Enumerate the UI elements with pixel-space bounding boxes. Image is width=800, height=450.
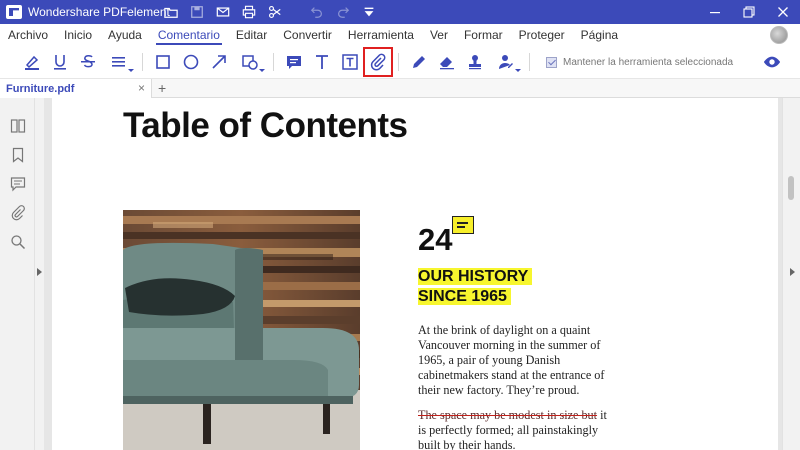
menu-convertir[interactable]: Convertir: [275, 24, 340, 46]
toolbar-separator: [398, 53, 399, 71]
left-sidebar: [0, 98, 35, 450]
history-heading-line2: SINCE 1965: [418, 288, 511, 306]
print-icon[interactable]: [236, 0, 262, 24]
bookmark-icon[interactable]: [0, 140, 35, 169]
title-bar: Wondershare PDFelement: [0, 0, 800, 24]
minimize-icon[interactable]: [698, 0, 732, 24]
app-title: Wondershare PDFelement: [28, 5, 170, 19]
history-heading-line1: OUR HISTORY: [418, 268, 533, 286]
menu-inicio[interactable]: Inicio: [56, 24, 100, 46]
toolbar-separator: [529, 53, 530, 71]
search-icon[interactable]: [0, 227, 35, 256]
collapse-left-panel-icon[interactable]: [37, 268, 42, 276]
folder-icon[interactable]: [158, 0, 184, 24]
textbox-icon[interactable]: [336, 48, 364, 76]
stamp-icon[interactable]: [461, 48, 489, 76]
redo-icon[interactable]: [330, 0, 356, 24]
toolbar-divider: [288, 0, 304, 24]
comments-icon[interactable]: [0, 169, 35, 198]
collapse-right-panel-icon[interactable]: [790, 268, 795, 276]
menu-ayuda[interactable]: Ayuda: [100, 24, 150, 46]
arrow-icon[interactable]: [205, 48, 233, 76]
sticky-note-icon[interactable]: [280, 48, 308, 76]
sofa-photo: [123, 210, 360, 450]
app-logo-icon: [6, 5, 22, 19]
menu-formar[interactable]: Formar: [456, 24, 511, 46]
ellipse-icon[interactable]: [177, 48, 205, 76]
attachment-icon[interactable]: [363, 47, 393, 77]
tab-close-icon[interactable]: ×: [138, 81, 145, 95]
keep-tool-checkbox[interactable]: Mantener la herramienta seleccionada: [546, 56, 734, 68]
toolbar-separator: [142, 53, 143, 71]
strikethrough-icon[interactable]: [74, 48, 102, 76]
document-tab-strip: Furniture.pdf × +: [0, 78, 800, 98]
shapes-icon[interactable]: [233, 48, 267, 76]
thumbnails-icon[interactable]: [0, 111, 35, 140]
scissors-icon[interactable]: [262, 0, 288, 24]
attachments-icon[interactable]: [0, 198, 35, 227]
page-number: 24: [418, 222, 453, 257]
save-icon[interactable]: [184, 0, 210, 24]
sticky-note-annotation-icon[interactable]: [452, 216, 474, 234]
mail-icon[interactable]: [210, 0, 236, 24]
highlight-icon[interactable]: [18, 48, 46, 76]
pencil-icon[interactable]: [405, 48, 433, 76]
strikethrough-text: The space may be modest in size but: [418, 408, 598, 422]
close-icon[interactable]: [766, 0, 800, 24]
highlighted-text: OUR HISTORY: [418, 268, 533, 285]
paragraph-2: The space may be modest in size but it i…: [418, 408, 618, 450]
menu-editar[interactable]: Editar: [228, 24, 275, 46]
toolbar-separator: [273, 53, 274, 71]
avatar[interactable]: [770, 26, 788, 44]
window-controls: [698, 0, 800, 24]
checkbox-checked-icon[interactable]: [546, 56, 557, 68]
highlighted-text: SINCE 1965: [418, 288, 511, 305]
add-tab-icon[interactable]: +: [158, 79, 166, 97]
tab-file-name: Furniture.pdf: [6, 82, 75, 95]
menu-ver[interactable]: Ver: [422, 24, 456, 46]
scrollbar-thumb[interactable]: [788, 176, 794, 200]
menu-bar: Archivo Inicio Ayuda Comentario Editar C…: [0, 24, 800, 46]
keep-tool-label: Mantener la herramienta seleccionada: [563, 56, 734, 68]
menu-pagina[interactable]: Página: [573, 24, 626, 46]
quick-access-toolbar: [158, 0, 382, 24]
page-heading: Table of Contents: [123, 106, 408, 145]
menu-proteger[interactable]: Proteger: [511, 24, 573, 46]
signature-icon[interactable]: [489, 48, 523, 76]
eraser-icon[interactable]: [433, 48, 461, 76]
underline-icon[interactable]: [46, 48, 74, 76]
tab-furniture-pdf[interactable]: Furniture.pdf ×: [0, 79, 152, 98]
pdf-page[interactable]: Table of Contents 24 OUR HISTORY SINCE 1…: [52, 98, 778, 450]
comment-toolbar: Mantener la herramienta seleccionada: [0, 46, 800, 78]
paragraph-1: At the brink of daylight on a quaint Van…: [418, 323, 605, 397]
document-viewport[interactable]: Table of Contents 24 OUR HISTORY SINCE 1…: [44, 98, 782, 450]
menu-comentario[interactable]: Comentario: [150, 24, 228, 46]
rectangle-icon[interactable]: [149, 48, 177, 76]
text-icon[interactable]: [308, 48, 336, 76]
undo-icon[interactable]: [304, 0, 330, 24]
eye-icon[interactable]: [762, 52, 782, 72]
dropdown-icon[interactable]: [356, 0, 382, 24]
maximize-icon[interactable]: [732, 0, 766, 24]
menu-archivo[interactable]: Archivo: [0, 24, 56, 46]
menu-herramienta[interactable]: Herramienta: [340, 24, 422, 46]
lines-icon[interactable]: [102, 48, 136, 76]
